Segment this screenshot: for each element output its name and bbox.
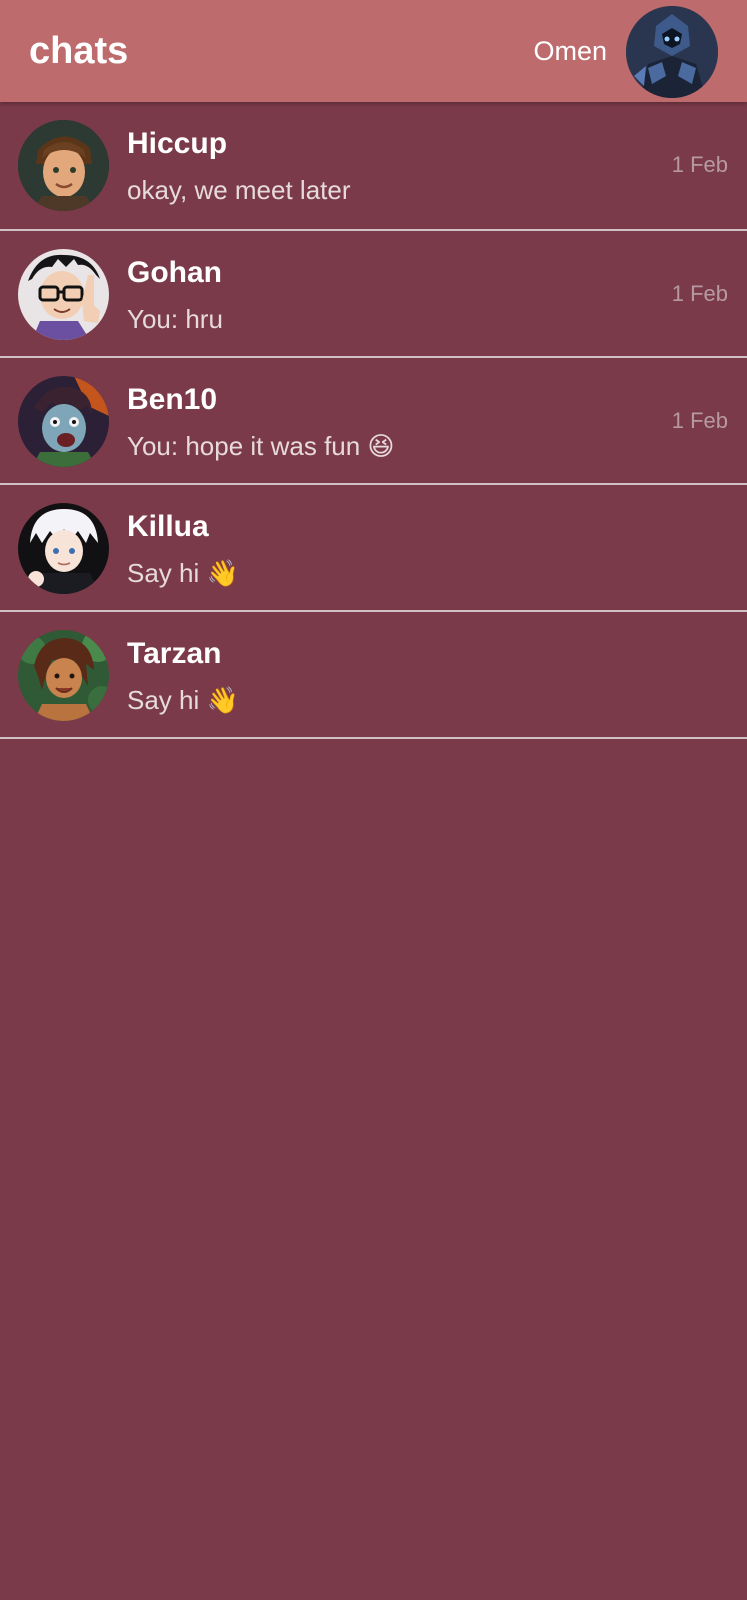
chat-item-ben10[interactable]: Ben10 You: hope it was fun 😆 1 Feb	[0, 358, 747, 485]
avatar	[18, 249, 109, 340]
chat-name: Killua	[127, 510, 209, 543]
ben10-avatar-image	[18, 376, 109, 467]
chat-item-tarzan[interactable]: Tarzan Say hi 👋	[0, 612, 747, 739]
app-header: chats Omen	[0, 0, 747, 102]
chat-name: Tarzan	[127, 637, 222, 670]
chat-preview: You: hope it was fun 😆	[127, 431, 395, 461]
avatar	[18, 376, 109, 467]
omen-avatar-image	[626, 6, 718, 98]
chat-name: Gohan	[127, 256, 222, 289]
chat-item-hiccup[interactable]: Hiccup okay, we meet later 1 Feb	[0, 102, 747, 231]
chat-preview: Say hi 👋	[127, 558, 239, 588]
current-user-name: Omen	[533, 36, 607, 66]
user-avatar[interactable]	[626, 6, 718, 98]
gohan-avatar-image	[18, 249, 109, 340]
tarzan-avatar-image	[18, 630, 109, 721]
page-title: chats	[29, 30, 129, 72]
avatar	[18, 503, 109, 594]
avatar	[18, 120, 109, 211]
chat-timestamp: 1 Feb	[671, 281, 728, 306]
chat-name: Hiccup	[127, 127, 228, 160]
hiccup-avatar-image	[18, 120, 109, 211]
chat-timestamp: 1 Feb	[671, 408, 728, 433]
chat-preview: okay, we meet later	[127, 175, 351, 205]
chat-preview: Say hi 👋	[127, 685, 239, 715]
chat-timestamp: 1 Feb	[671, 152, 728, 177]
chat-item-gohan[interactable]: Gohan You: hru 1 Feb	[0, 231, 747, 358]
chat-name: Ben10	[127, 383, 218, 416]
chat-app: chats Omen Hiccup okay, we meet later 1 …	[0, 0, 747, 1600]
killua-avatar-image	[18, 503, 109, 594]
chat-list: Hiccup okay, we meet later 1 Feb Gohan Y…	[0, 102, 747, 739]
chat-item-killua[interactable]: Killua Say hi 👋	[0, 485, 747, 612]
chat-preview: You: hru	[127, 304, 223, 334]
avatar	[18, 630, 109, 721]
